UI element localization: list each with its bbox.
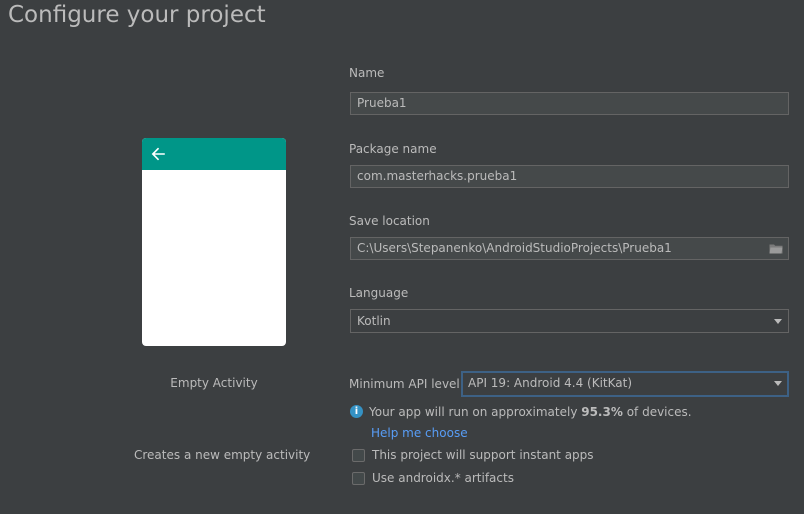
language-label: Language: [349, 286, 409, 300]
info-icon: i: [350, 405, 363, 418]
page-title: Configure your project: [8, 2, 266, 28]
save-location-label: Save location: [349, 214, 430, 228]
folder-icon[interactable]: [769, 243, 783, 254]
save-location-field[interactable]: C:\Users\Stepanenko\AndroidStudioProject…: [350, 237, 789, 260]
name-field[interactable]: Prueba1: [350, 92, 789, 115]
device-coverage-percent: 95.3%: [581, 405, 623, 419]
instant-apps-checkbox[interactable]: [352, 448, 365, 462]
template-description: Creates a new empty activity: [134, 448, 311, 462]
package-name-label: Package name: [349, 142, 437, 156]
chevron-down-icon: [774, 319, 782, 324]
name-field-value: Prueba1: [357, 96, 407, 110]
device-coverage-text: Your app will run on approximately 95.3%…: [369, 405, 692, 419]
package-name-value: com.masterhacks.prueba1: [357, 169, 518, 183]
instant-apps-label: This project will support instant apps: [372, 448, 594, 462]
save-location-value: C:\Users\Stepanenko\AndroidStudioProject…: [357, 241, 672, 255]
template-name: Empty Activity: [170, 376, 258, 390]
package-name-field[interactable]: com.masterhacks.prueba1: [350, 165, 789, 188]
language-value: Kotlin: [357, 314, 391, 328]
androidx-checkbox[interactable]: [352, 471, 365, 485]
template-preview: [142, 138, 286, 346]
min-api-value: API 19: Android 4.4 (KitKat): [468, 376, 633, 390]
androidx-option[interactable]: Use androidx.* artifacts: [352, 470, 514, 486]
preview-app-bar: [142, 138, 286, 170]
help-me-choose-link[interactable]: Help me choose: [371, 425, 468, 441]
androidx-label: Use androidx.* artifacts: [372, 471, 514, 485]
language-dropdown[interactable]: Kotlin: [350, 309, 789, 333]
instant-apps-option[interactable]: This project will support instant apps: [352, 447, 594, 463]
name-label: Name: [349, 66, 385, 80]
min-api-label: Minimum API level: [349, 377, 460, 391]
min-api-dropdown[interactable]: API 19: Android 4.4 (KitKat): [461, 371, 789, 397]
chevron-down-icon: [774, 381, 782, 386]
back-arrow-icon: [151, 147, 165, 161]
